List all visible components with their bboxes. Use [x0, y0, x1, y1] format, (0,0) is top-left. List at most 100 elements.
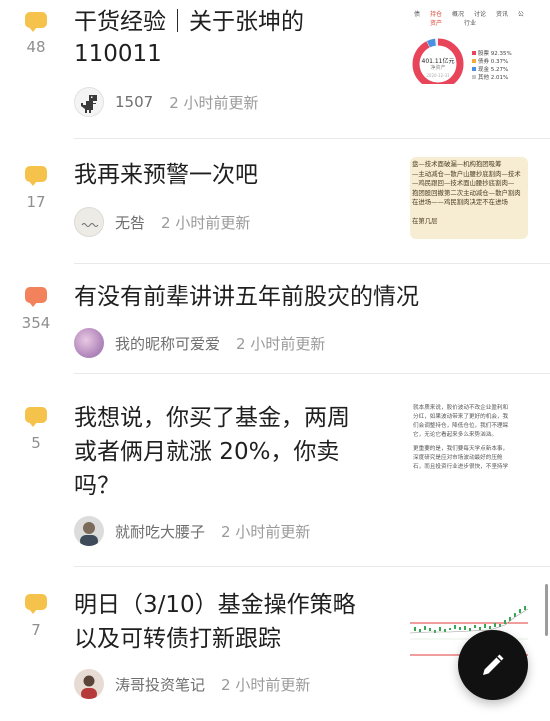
reply-count: 7: [31, 621, 41, 639]
donut-date: 2020-12-31: [426, 73, 450, 78]
person-avatar-icon[interactable]: [74, 516, 104, 546]
post-title-line: 干货经验｜关于张坤的: [74, 9, 304, 35]
post-thumbnail[interactable]: 就本质来说，股价波动不改企业盈利和 分红，如果波动带来了更好的机会，我 们会调整…: [410, 402, 528, 484]
reply-count: 354: [21, 314, 51, 332]
reply-bubble-tail: [29, 27, 37, 32]
update-time: 2 小时前更新: [169, 93, 259, 112]
reply-bubble-tail: [29, 181, 37, 186]
post-title[interactable]: 干货经验｜关于张坤的 110011: [74, 6, 304, 70]
thumb-text-line: 盘—技术面破漏—机构抱团吸筹: [412, 160, 502, 168]
post-meta: 我的昵称可爱爱 2 小时前更新: [74, 328, 325, 358]
legend-row: 其他 2.01%: [472, 74, 512, 82]
post-title-line: 以及可转债打新跟踪: [74, 626, 281, 652]
thumb-text-line: —主动减仓—散户山腰抄底割肉—技术: [412, 169, 521, 178]
reply-bubble-tail: [29, 422, 37, 427]
post-title-line: 吗？: [74, 473, 120, 499]
update-time: 2 小时前更新: [236, 334, 326, 353]
thumb-text-line: 们会调整持仓，降低仓位，我们不理睬: [413, 423, 509, 429]
thumb-text-line: 在进场——鸡民割肉决定不在进场: [412, 198, 508, 206]
compose-button[interactable]: [458, 630, 528, 700]
thumb-text-line: 抱团股回撤第二次主动减仓—散户割肉: [412, 188, 521, 197]
thumb-text-line: 就本质来说，股价波动不改企业盈利和: [413, 405, 509, 411]
post-meta: 无咎 2 小时前更新: [74, 207, 250, 237]
author-name[interactable]: 就耐吃大腰子: [115, 521, 205, 542]
reply-count: 17: [26, 193, 46, 211]
reply-bubble-tail: [29, 302, 37, 307]
scrollbar[interactable]: [545, 584, 548, 636]
reply-bubble-icon: [25, 407, 47, 423]
post-title[interactable]: 我再来预警一次吧: [74, 159, 258, 191]
legend-row: 债券 0.37%: [472, 58, 512, 66]
author-name[interactable]: 涛哥投资笔记: [115, 674, 205, 695]
reply-bubble-icon: [25, 12, 47, 28]
thumb-tab: 资讯: [495, 11, 508, 18]
thumb-text-line: 石，而且投资行业进步很快，不坚持学: [413, 464, 509, 470]
legend-name: 现金: [478, 67, 490, 73]
update-time: 2 小时前更新: [221, 522, 311, 541]
thumb-text-line: 它，无论它看起来多么来势汹汹。: [413, 432, 497, 438]
donut-value: 401.11亿元: [421, 58, 455, 65]
legend-row: 股票 92.35%: [472, 50, 512, 58]
pencil-icon: [483, 654, 504, 675]
thumb-subtabs: 资产 行业: [410, 18, 528, 27]
thumb-subtab: 行业: [464, 20, 477, 27]
thumb-text-line: 更重要的是，我们要每天学点新本事，: [413, 446, 509, 452]
thumb-text-line: —鸡民跟回—技术面山腰抄底割肉—: [412, 179, 515, 187]
thumb-tab: 公: [517, 11, 524, 18]
thumb-tab: 讨论: [473, 11, 486, 18]
thumb-text-line: 分红，如果波动带来了更好的机会，我: [413, 414, 509, 420]
legend-name: 债券: [478, 59, 490, 65]
donut-legend: 股票 92.35% 债券 0.37% 现金 5.27% 其他 2.01%: [472, 50, 512, 82]
legend-value: 92.35%: [490, 51, 512, 57]
legend-name: 股票: [478, 51, 490, 57]
dinosaur-avatar-icon[interactable]: [74, 87, 104, 117]
post-item[interactable]: 354 有没有前辈讲讲五年前股灾的情况 我的昵称可爱爱 2 小时前更新: [0, 264, 550, 373]
thumb-tab: 持仓: [429, 11, 442, 18]
author-name[interactable]: 我的昵称可爱爱: [115, 333, 220, 354]
purple-avatar-icon[interactable]: [74, 328, 104, 358]
legend-value: 0.37%: [490, 59, 509, 65]
post-title-line: 或者俩月就涨 20%，你卖: [74, 439, 340, 465]
reply-bubble-tail: [29, 609, 37, 614]
legend-row: 现金 5.27%: [472, 66, 512, 74]
post-item[interactable]: 5 我想说，你买了基金，两周 或者俩月就涨 20%，你卖 吗？ 就耐吃大腰子 2…: [0, 374, 550, 566]
thumb-text-line: [412, 208, 526, 217]
photo-avatar-icon[interactable]: [74, 669, 104, 699]
thumb-text-line: 深度研究是应对市场波动最好的压舱: [413, 455, 503, 461]
post-title-line: 110011: [74, 41, 162, 67]
post-title-line: 我想说，你买了基金，两周: [74, 405, 350, 431]
post-title-line: 有没有前辈讲讲五年前股灾的情况: [74, 284, 419, 310]
update-time: 2 小时前更新: [161, 213, 251, 232]
thumb-tab: 概况: [451, 11, 464, 18]
thumb-text-line: 在第几层: [412, 216, 438, 225]
donut-center: 401.11亿元 净资产 2020-12-31: [418, 58, 458, 79]
post-item[interactable]: 17 我再来预警一次吧 无咎 2 小时前更新 盘—技术面破漏—机构抱团吸筹 —主…: [0, 139, 550, 263]
reply-bubble-icon: [25, 287, 47, 303]
donut-label: 净资产: [430, 65, 446, 71]
post-title[interactable]: 明日（3/10）基金操作策略 以及可转债打新跟踪: [74, 588, 356, 656]
post-title[interactable]: 我想说，你买了基金，两周 或者俩月就涨 20%，你卖 吗？: [74, 401, 350, 503]
legend-value: 5.27%: [490, 67, 509, 73]
legend-name: 其他: [478, 75, 490, 81]
handwriting-avatar-icon[interactable]: [74, 207, 104, 237]
thumb-tab: 债: [414, 11, 421, 18]
thumb-tabs: 债 持仓 概况 讨论 资讯 公: [410, 9, 528, 18]
reply-count: 5: [31, 434, 41, 452]
author-name[interactable]: 1507: [115, 93, 153, 111]
post-title-line: 明日（3/10）基金操作策略: [74, 592, 356, 618]
post-title[interactable]: 有没有前辈讲讲五年前股灾的情况: [74, 281, 419, 313]
post-thumbnail[interactable]: 债 持仓 概况 讨论 资讯 公 资产 行业 401.11亿元 净资产 2020-…: [410, 8, 528, 84]
post-meta: 涛哥投资笔记 2 小时前更新: [74, 669, 310, 699]
legend-value: 2.01%: [490, 75, 509, 81]
reply-bubble-icon: [25, 166, 47, 182]
author-name[interactable]: 无咎: [115, 212, 145, 233]
thumb-subtab: 资产: [430, 20, 443, 27]
reply-count: 48: [26, 38, 46, 56]
post-meta: 1507 2 小时前更新: [74, 87, 259, 117]
reply-bubble-icon: [25, 594, 47, 610]
post-title-line: 我再来预警一次吧: [74, 162, 258, 188]
post-item[interactable]: 48 干货经验｜关于张坤的 110011 1507 2 小时前更新 债 持仓 概…: [0, 0, 550, 138]
post-meta: 就耐吃大腰子 2 小时前更新: [74, 516, 310, 546]
update-time: 2 小时前更新: [221, 675, 311, 694]
post-thumbnail[interactable]: 盘—技术面破漏—机构抱团吸筹 —主动减仓—散户山腰抄底割肉—技术 —鸡民跟回—技…: [410, 157, 528, 239]
